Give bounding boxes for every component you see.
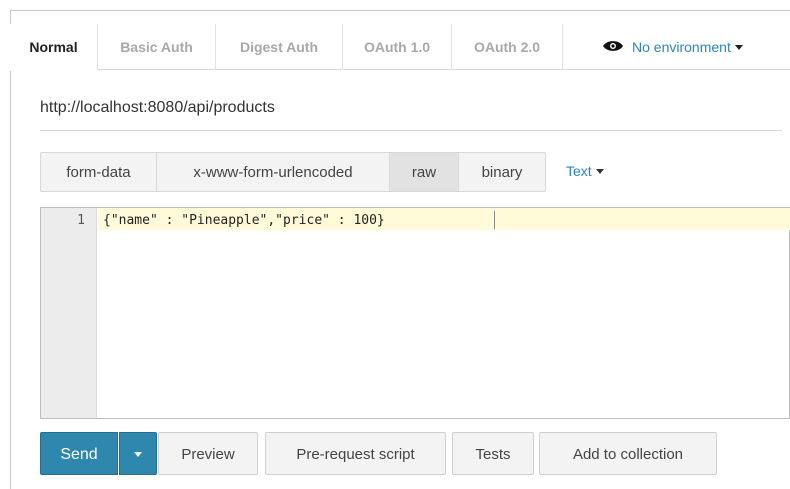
code-line[interactable]: {"name" : "Pineapple","price" : 100} xyxy=(103,213,385,228)
add-to-collection-button[interactable]: Add to collection xyxy=(539,432,717,475)
eye-icon[interactable] xyxy=(602,39,624,53)
send-options-button[interactable] xyxy=(119,432,157,475)
tab-binary[interactable]: binary xyxy=(458,152,546,192)
tab-normal[interactable]: Normal xyxy=(10,24,98,71)
format-dropdown-label: Text xyxy=(566,163,592,179)
tab-form-data[interactable]: form-data xyxy=(40,152,157,192)
auth-tabs: Normal Basic Auth Digest Auth OAuth 1.0 … xyxy=(10,24,790,71)
environment-label: No environment xyxy=(632,39,731,55)
tab-x-www-form-urlencoded[interactable]: x-www-form-urlencoded xyxy=(156,152,390,192)
line-gutter xyxy=(41,208,97,418)
pre-request-script-button[interactable]: Pre-request script xyxy=(265,432,446,475)
line-number: 1 xyxy=(77,213,85,228)
send-button[interactable]: Send xyxy=(40,432,118,475)
preview-button[interactable]: Preview xyxy=(158,432,258,475)
chevron-down-icon xyxy=(734,44,743,50)
tab-digest-auth[interactable]: Digest Auth xyxy=(216,24,343,70)
chevron-down-icon xyxy=(595,168,604,174)
environment-selector[interactable]: No environment xyxy=(632,24,743,70)
tab-raw[interactable]: raw xyxy=(389,152,459,192)
url-display[interactable]: http://localhost:8080/api/products xyxy=(40,99,275,117)
tests-button[interactable]: Tests xyxy=(452,432,534,475)
code-editor[interactable]: 1 {"name" : "Pineapple","price" : 100} xyxy=(40,207,790,419)
text-cursor xyxy=(494,211,495,229)
format-dropdown[interactable]: Text xyxy=(566,163,604,179)
tab-oauth-1[interactable]: OAuth 1.0 xyxy=(343,24,452,70)
chevron-down-icon xyxy=(134,452,142,457)
tab-oauth-2[interactable]: OAuth 2.0 xyxy=(452,24,563,70)
tab-basic-auth[interactable]: Basic Auth xyxy=(98,24,216,70)
url-divider xyxy=(40,130,782,131)
